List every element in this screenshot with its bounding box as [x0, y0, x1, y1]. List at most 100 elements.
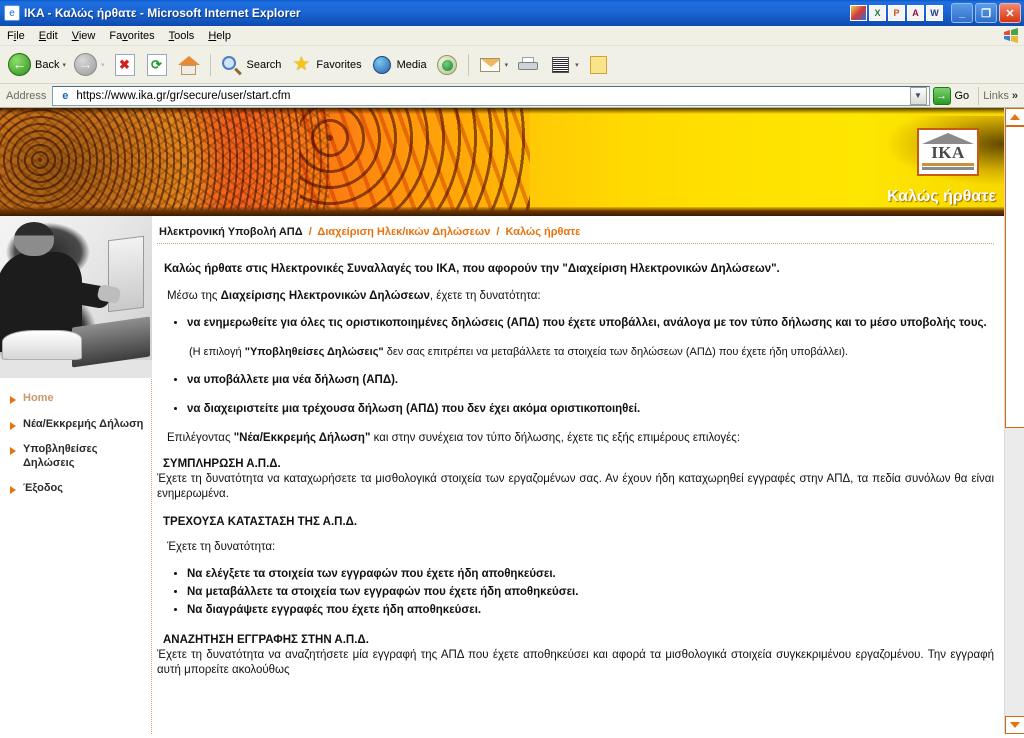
links-overflow-icon[interactable]: »	[1012, 90, 1018, 102]
history-button[interactable]	[431, 51, 463, 79]
choose-pre: Επιλέγοντας	[167, 432, 234, 444]
print-button[interactable]	[512, 51, 544, 79]
menu-edit[interactable]: Edit	[32, 29, 65, 43]
favorites-button[interactable]: ★ Favorites	[285, 51, 365, 79]
breadcrumb-item-0: Ηλεκτρονική Υποβολή ΑΠΔ	[159, 226, 303, 238]
media-button[interactable]: Media	[366, 51, 431, 79]
home-icon	[177, 53, 201, 77]
discuss-button[interactable]	[583, 51, 615, 79]
home-button[interactable]	[173, 51, 205, 79]
history-icon	[435, 53, 459, 77]
printer-icon	[516, 53, 540, 77]
sidebar-item-exit[interactable]: Έξοδος	[10, 482, 151, 496]
menu-bar: File Edit View Favorites Tools Help	[0, 26, 1024, 46]
menu-edit-accesskey: E	[38, 29, 47, 42]
address-label: Address	[6, 89, 47, 102]
edit-grid-icon	[548, 53, 572, 77]
address-input[interactable]: e https://www.ika.gr/gr/secure/user/star…	[52, 85, 930, 106]
toolbar-separator-2	[467, 53, 469, 76]
lead-pre: Μέσω της	[167, 290, 221, 302]
page-icon: e	[62, 89, 69, 102]
window-controls[interactable]: _ ❐ ✕	[951, 3, 1021, 23]
section-3-title: ΑΝΑΖΗΤΗΣΗ ΕΓΓΡΑΦΗΣ ΣΤΗΝ Α.Π.Δ.	[163, 634, 369, 646]
breadcrumb-item-1[interactable]: Διαχείριση Ηλεκ/ικών Δηλώσεων	[317, 226, 490, 238]
section-2-bullet-2: Να μεταβάλλετε τα στοιχεία των εγγραφών …	[187, 585, 994, 600]
banner-top-edge	[0, 108, 1004, 114]
office-shortcut-bar[interactable]: X P A W	[850, 5, 943, 21]
minimize-button[interactable]: _	[951, 3, 973, 23]
sidebar-item-submitted-declarations[interactable]: Υποβληθείσες Δηλώσεις	[10, 443, 151, 470]
maximize-restore-button[interactable]: ❐	[975, 3, 997, 23]
browser-toolbar: ← Back ▾ → ▾ ✖ ⟳ Search ★ Favorites Medi…	[0, 46, 1024, 84]
office-shortcut-icon[interactable]	[850, 5, 867, 21]
sunflower-petals	[300, 108, 530, 216]
scrollbar-thumb[interactable]	[1005, 126, 1024, 428]
site-banner: IKA Καλώς ήρθατε	[0, 108, 1004, 216]
window-title-bar: e IKA - Καλώς ήρθατε - Microsoft Interne…	[0, 0, 1024, 26]
back-dropdown-caret-icon[interactable]: ▾	[62, 61, 66, 69]
sidebar-item-submitted-declarations-label: Υποβληθείσες Δηλώσεις	[23, 443, 98, 469]
back-button-label: Back	[35, 58, 60, 71]
edit-dropdown-caret-icon[interactable]: ▾	[575, 61, 579, 69]
section-2-lead: Έχετε τη δυνατότητα:	[167, 541, 276, 553]
logo-gray-bar	[922, 167, 974, 170]
refresh-button[interactable]: ⟳	[141, 51, 173, 79]
menu-help[interactable]: Help	[201, 29, 238, 43]
search-icon	[220, 53, 244, 77]
menu-edit-rest: dit	[46, 29, 58, 42]
lead-bold: Διαχείρισης Ηλεκτρονικών Δηλώσεων	[220, 290, 430, 302]
sidebar-item-home[interactable]: Home	[10, 392, 151, 406]
section-2-bullet-3: Να διαγράψετε εγγραφές που έχετε ήδη απο…	[187, 603, 994, 618]
access-icon[interactable]: A	[907, 5, 924, 21]
stop-button[interactable]: ✖	[109, 51, 141, 79]
close-button[interactable]: ✕	[999, 3, 1021, 23]
scroll-up-button[interactable]	[1005, 108, 1024, 126]
search-button[interactable]: Search	[216, 51, 286, 79]
person-head	[14, 222, 54, 256]
mail-button[interactable]: ▾	[474, 51, 513, 79]
menu-file-rest: le	[16, 29, 25, 42]
edit-button[interactable]: ▾	[544, 51, 583, 79]
menu-file[interactable]: File	[0, 29, 32, 43]
sidebar-item-new-pending-declaration[interactable]: Νέα/Εκκρεμής Δήλωση	[10, 418, 151, 432]
sidebar-item-exit-label: Έξοδος	[23, 482, 63, 494]
forward-dropdown-caret-icon[interactable]: ▾	[101, 61, 105, 69]
sidebar-item-home-label: Home	[23, 392, 54, 404]
scroll-down-button[interactable]	[1005, 716, 1024, 734]
forward-button[interactable]: → ▾	[70, 51, 109, 79]
section-2-bullet-list: Να ελέγξετε τα στοιχεία των εγγραφών που…	[157, 567, 994, 618]
banner-welcome-text: Καλώς ήρθατε	[887, 188, 996, 205]
chevron-down-icon[interactable]: ▼	[909, 86, 927, 105]
address-url-text: https://www.ika.gr/gr/secure/user/start.…	[76, 89, 291, 102]
main-bullet-list: να ενημερωθείτε για όλες τις οριστικοποι…	[157, 316, 994, 331]
breadcrumb-separator-2: /	[496, 226, 500, 238]
windows-flag-icon	[1002, 27, 1020, 44]
menu-help-rest: elp	[216, 29, 231, 42]
go-button[interactable]: → Go	[930, 86, 975, 105]
menu-file-label: F	[7, 29, 14, 42]
page-body: Home Νέα/Εκκρεμής Δήλωση Υποβληθείσες Δη…	[0, 216, 1004, 734]
menu-tools[interactable]: Tools	[162, 29, 202, 43]
back-button[interactable]: ← Back ▾	[4, 51, 70, 79]
page-viewport: IKA Καλώς ήρθατε Home Νέα/Εκκρεμής Δήλωσ…	[0, 108, 1024, 734]
word-icon[interactable]: W	[926, 5, 943, 21]
go-arrow-icon: →	[932, 86, 951, 105]
menu-view[interactable]: View	[65, 29, 103, 43]
section-2-bullet-1: Να ελέγξετε τα στοιχεία των εγγραφών που…	[187, 567, 994, 582]
stop-icon: ✖	[113, 53, 137, 77]
sidebar-item-new-pending-declaration-label: Νέα/Εκκρεμής Δήλωση	[23, 417, 144, 430]
bullet-item-2: να υποβάλλετε μια νέα δήλωση (ΑΠΔ).	[187, 373, 994, 388]
window-title: IKA - Καλώς ήρθατε - Microsoft Internet …	[24, 6, 301, 20]
page-scrollbar[interactable]	[1004, 108, 1024, 734]
triangle-bullet-icon	[10, 486, 16, 494]
links-label[interactable]: Links	[983, 90, 1009, 102]
menu-view-rest: iew	[78, 29, 96, 42]
media-button-label: Media	[396, 58, 427, 71]
section-1-text: Έχετε τη δυνατότητα να καταχωρήσετε τα μ…	[157, 473, 994, 500]
excel-icon[interactable]: X	[869, 5, 886, 21]
mail-dropdown-caret-icon[interactable]: ▾	[505, 61, 509, 69]
menu-favorites[interactable]: Favorites	[102, 29, 161, 43]
go-button-label: Go	[954, 89, 970, 102]
toolbar-separator	[209, 53, 211, 76]
powerpoint-icon[interactable]: P	[888, 5, 905, 21]
